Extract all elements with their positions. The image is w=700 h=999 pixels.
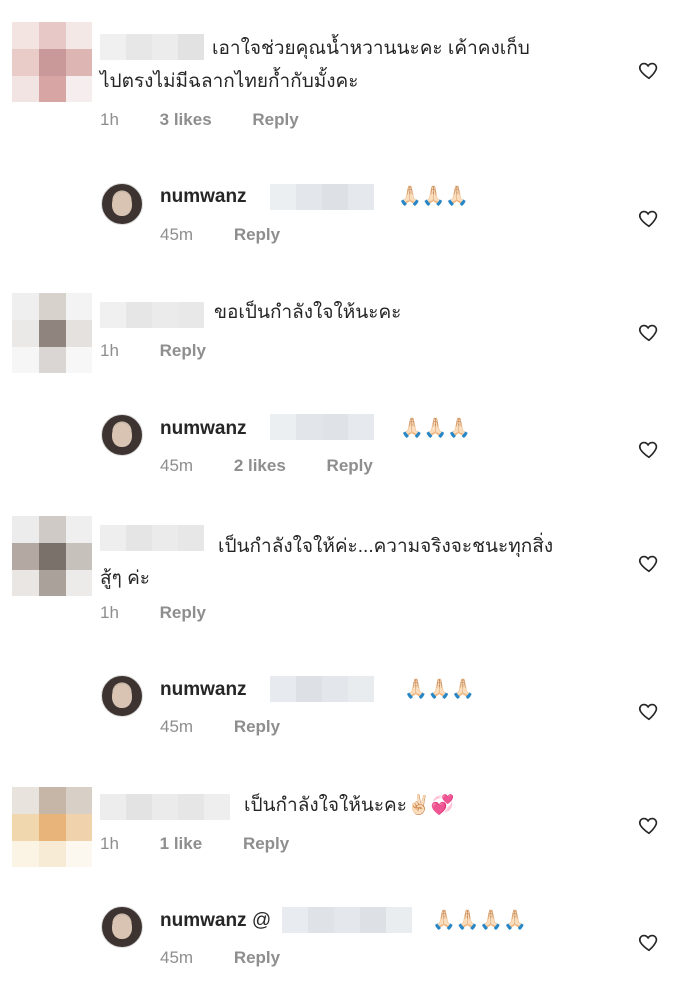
- comment-meta: 1h 1 like Reply: [100, 834, 325, 854]
- comment-text: 🙏🏻🙏🏻🙏🏻: [404, 679, 475, 700]
- comment-time: 45m: [160, 948, 194, 967]
- comment-meta: 1h Reply: [100, 341, 242, 361]
- mention-prefix[interactable]: @: [252, 910, 271, 931]
- comment-time: 45m: [160, 456, 194, 475]
- comment-text: เอาใจช่วยคุณน้ำหวานนะคะ เค้าคงเก็บ: [212, 38, 530, 59]
- likes-count[interactable]: 3 likes: [160, 110, 212, 129]
- comment-time: 45m: [160, 225, 194, 244]
- comment-meta: 45m 2 likes Reply: [160, 456, 409, 476]
- comment-text: เป็นกำลังใจให้นะคะ✌🏻💞: [244, 795, 455, 816]
- reply-button[interactable]: Reply: [234, 225, 280, 244]
- blurred-mention: [270, 184, 374, 210]
- comment-meta: 45m Reply: [160, 948, 316, 968]
- comment-text: ขอเป็นกำลังใจให้นะคะ: [214, 302, 402, 323]
- reply-button[interactable]: Reply: [327, 456, 373, 475]
- likes-count[interactable]: 2 likes: [234, 456, 286, 475]
- avatar[interactable]: [101, 675, 143, 717]
- comment-text: เป็นกำลังใจให้ค่ะ...ความจริงจะชนะทุกสิ่ง: [218, 536, 554, 557]
- heart-outline-icon[interactable]: [638, 552, 660, 574]
- avatar[interactable]: [101, 414, 143, 456]
- heart-outline-icon[interactable]: [638, 931, 660, 953]
- heart-outline-icon[interactable]: [638, 207, 660, 229]
- avatar[interactable]: [12, 516, 92, 596]
- heart-outline-icon[interactable]: [638, 700, 660, 722]
- comment-meta: 1h Reply: [100, 603, 242, 623]
- heart-outline-icon[interactable]: [638, 59, 660, 81]
- avatar[interactable]: [12, 293, 92, 373]
- reply-button[interactable]: Reply: [160, 341, 206, 360]
- blurred-username: [100, 525, 204, 551]
- comment-time: 1h: [100, 603, 119, 622]
- likes-count[interactable]: 1 like: [160, 834, 203, 853]
- heart-outline-icon[interactable]: [638, 321, 660, 343]
- blurred-mention: [270, 676, 374, 702]
- blurred-username: [100, 34, 204, 60]
- avatar[interactable]: [101, 906, 143, 948]
- heart-outline-icon[interactable]: [638, 438, 660, 460]
- avatar[interactable]: [101, 183, 143, 225]
- comment-meta: 1h 3 likes Reply: [100, 110, 335, 130]
- heart-outline-icon[interactable]: [638, 814, 660, 836]
- reply-button[interactable]: Reply: [160, 603, 206, 622]
- comment-meta: 45m Reply: [160, 225, 316, 245]
- reply-button[interactable]: Reply: [234, 717, 280, 736]
- comment-text: 🙏🏻🙏🏻🙏🏻: [398, 186, 469, 207]
- avatar[interactable]: [12, 787, 92, 867]
- username[interactable]: numwanz: [160, 679, 247, 700]
- blurred-mention: [270, 414, 374, 440]
- comment-time: 1h: [100, 834, 119, 853]
- comment-text: 🙏🏻🙏🏻🙏🏻🙏🏻: [432, 910, 527, 931]
- avatar[interactable]: [12, 22, 92, 102]
- comment-meta: 45m Reply: [160, 717, 316, 737]
- blurred-username: [100, 794, 230, 820]
- reply-button[interactable]: Reply: [252, 110, 298, 129]
- comment-time: 1h: [100, 110, 119, 129]
- username[interactable]: numwanz: [160, 418, 247, 439]
- blurred-username: [100, 302, 204, 328]
- comment-time: 1h: [100, 341, 119, 360]
- comment-text: สู้ๆ ค่ะ: [100, 568, 150, 589]
- username[interactable]: numwanz: [160, 186, 247, 207]
- reply-button[interactable]: Reply: [234, 948, 280, 967]
- comment-text: ไปตรงไม่มีฉลากไทยก้ำกับมั้งคะ: [100, 71, 359, 92]
- reply-button[interactable]: Reply: [243, 834, 289, 853]
- username[interactable]: numwanz: [160, 910, 247, 931]
- comment-time: 45m: [160, 717, 194, 736]
- comment-text: 🙏🏻🙏🏻🙏🏻: [400, 418, 471, 439]
- blurred-mention: [282, 907, 412, 933]
